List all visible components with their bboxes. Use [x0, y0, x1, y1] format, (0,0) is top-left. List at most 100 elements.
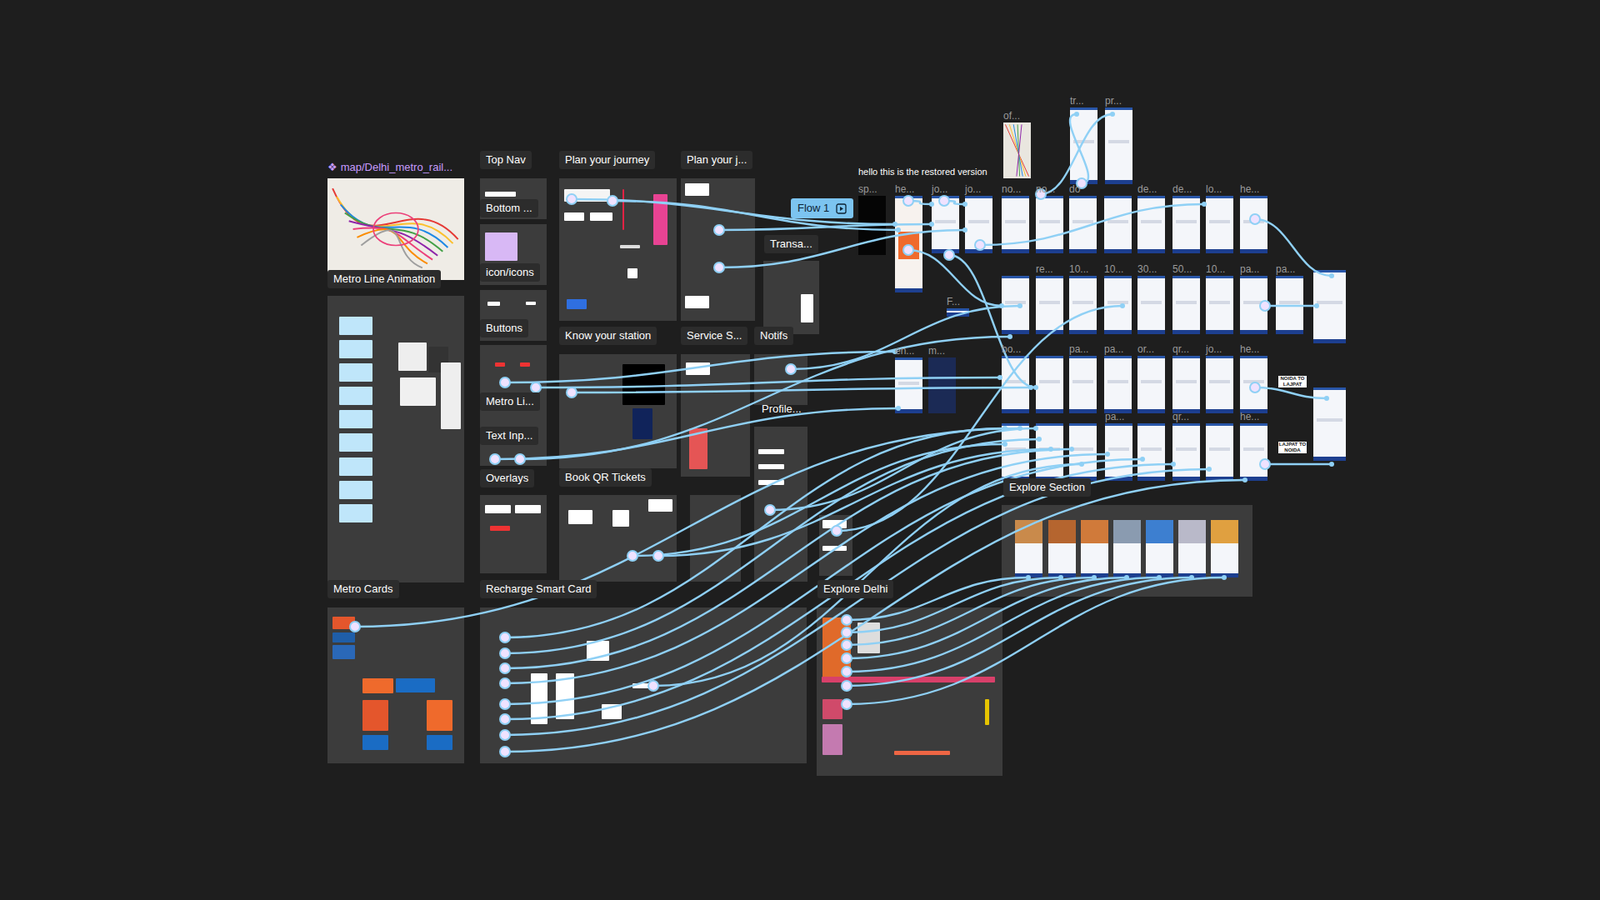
screen-frame[interactable] — [1240, 195, 1268, 254]
frame-label[interactable]: 10... — [1205, 263, 1225, 275]
connector-line[interactable] — [505, 480, 1245, 752]
layer-thumbnail[interactable] — [485, 505, 511, 514]
layer-thumbnail[interactable] — [339, 410, 373, 429]
connector-line[interactable] — [1255, 387, 1327, 399]
metro-map-component[interactable] — [327, 178, 465, 280]
screen-frame[interactable] — [1104, 275, 1132, 335]
connector-start-icon[interactable] — [903, 195, 914, 206]
layer-thumbnail[interactable] — [685, 362, 710, 375]
connector-line[interactable] — [571, 387, 1031, 393]
connector-start-icon[interactable] — [500, 678, 510, 689]
connection[interactable] — [1035, 111, 1115, 200]
screen-frame[interactable] — [1001, 355, 1030, 414]
layer-thumbnail[interactable] — [758, 480, 785, 485]
design-canvas[interactable]: of...tr...pr...sp...he...jo...jo...no...… — [0, 0, 1600, 900]
layer-thumbnail[interactable] — [822, 699, 843, 720]
flow-start-badge[interactable]: Flow 1 — [790, 198, 854, 219]
connector-line[interactable] — [505, 464, 1174, 720]
connector-line[interactable] — [944, 200, 965, 205]
explore-screen[interactable] — [1178, 520, 1206, 578]
connector-start-icon[interactable] — [944, 250, 955, 260]
connection[interactable] — [566, 194, 898, 227]
connector-line[interactable] — [505, 439, 1040, 654]
section-frame[interactable] — [754, 354, 808, 405]
connector-start-icon[interactable] — [841, 680, 852, 691]
connection[interactable] — [975, 201, 1207, 250]
connector-line[interactable] — [1265, 463, 1332, 465]
screen-frame[interactable] — [1137, 195, 1165, 254]
frame-label[interactable]: m... — [928, 345, 945, 357]
layer-thumbnail[interactable] — [800, 294, 814, 323]
connection[interactable] — [714, 221, 935, 235]
screen-frame[interactable] — [858, 195, 886, 255]
screen-frame[interactable] — [895, 357, 923, 414]
connector-start-icon[interactable] — [500, 699, 510, 710]
section-label[interactable]: Explore Delhi — [817, 580, 894, 599]
connector-line[interactable] — [520, 336, 1010, 460]
layer-thumbnail[interactable] — [648, 499, 673, 512]
layer-thumbnail[interactable] — [985, 699, 990, 725]
connector-start-icon[interactable] — [841, 653, 852, 664]
screen-frame[interactable] — [1240, 423, 1268, 481]
connection[interactable] — [500, 466, 1212, 740]
section-label[interactable]: Metro Line Animation — [327, 270, 441, 289]
connector-start-icon[interactable] — [1250, 382, 1260, 393]
layer-thumbnail[interactable] — [339, 504, 373, 523]
connection[interactable] — [1260, 459, 1335, 470]
layer-thumbnail[interactable] — [564, 212, 585, 221]
layer-thumbnail[interactable] — [601, 704, 622, 720]
screen-frame[interactable] — [1001, 195, 1030, 254]
frame-label[interactable]: bo... — [1001, 343, 1021, 355]
section-label[interactable]: Book QR Tickets — [559, 468, 652, 487]
layer-thumbnail[interactable] — [339, 316, 373, 335]
layer-thumbnail[interactable] — [653, 194, 668, 245]
connector-line[interactable] — [653, 464, 1082, 686]
layer-thumbnail[interactable] — [622, 189, 625, 230]
screen-frame[interactable] — [1105, 107, 1133, 185]
screen-frame[interactable] — [1035, 355, 1064, 414]
screen-frame[interactable] — [1205, 423, 1234, 481]
connector-line[interactable] — [790, 305, 1020, 370]
connector-start-icon[interactable] — [903, 245, 914, 255]
layer-thumbnail[interactable] — [515, 505, 541, 514]
connector-start-icon[interactable] — [714, 262, 725, 273]
layer-thumbnail[interactable] — [339, 386, 373, 405]
layer-thumbnail[interactable] — [525, 301, 536, 305]
connection[interactable] — [500, 456, 1145, 710]
connector-start-icon[interactable] — [785, 364, 796, 375]
layer-thumbnail[interactable] — [564, 189, 610, 202]
screen-frame[interactable] — [1105, 423, 1133, 481]
section-label[interactable]: icon/icons — [480, 263, 540, 282]
layer-thumbnail[interactable] — [568, 510, 593, 525]
connector-start-icon[interactable] — [566, 387, 577, 398]
screen-frame[interactable] — [965, 195, 993, 254]
connector-line[interactable] — [505, 459, 1143, 705]
layer-thumbnail[interactable] — [822, 545, 847, 551]
connector-start-icon[interactable] — [841, 699, 852, 710]
connection[interactable] — [653, 446, 1054, 561]
screen-frame[interactable] — [1001, 275, 1030, 335]
screen-frame[interactable] — [1035, 195, 1064, 254]
layer-thumbnail[interactable] — [339, 340, 373, 359]
screen-frame[interactable] — [1069, 195, 1097, 254]
connection[interactable] — [944, 250, 1039, 390]
screen-frame[interactable] — [1069, 423, 1097, 481]
frame-label[interactable]: qr... — [1172, 410, 1190, 423]
layer-thumbnail[interactable] — [685, 295, 710, 309]
connection[interactable] — [500, 451, 1110, 689]
section-label[interactable]: Bottom ... — [480, 199, 539, 218]
layer-thumbnail[interactable] — [612, 510, 630, 527]
frame-label[interactable]: de... — [1172, 183, 1192, 195]
connection[interactable] — [515, 334, 1013, 465]
explore-screen[interactable] — [1080, 520, 1109, 578]
layer-thumbnail[interactable] — [627, 268, 638, 279]
section-label[interactable]: Plan your j... — [680, 150, 753, 170]
connector-line[interactable] — [846, 577, 1160, 672]
explore-screen[interactable] — [1210, 520, 1239, 578]
layer-thumbnail[interactable] — [520, 362, 530, 367]
screen-frame[interactable] — [931, 195, 960, 254]
screen-frame[interactable] — [1205, 275, 1234, 335]
connector-line[interactable] — [612, 200, 899, 230]
screen-frame[interactable] — [1172, 195, 1200, 254]
connector-line[interactable] — [770, 428, 1036, 510]
